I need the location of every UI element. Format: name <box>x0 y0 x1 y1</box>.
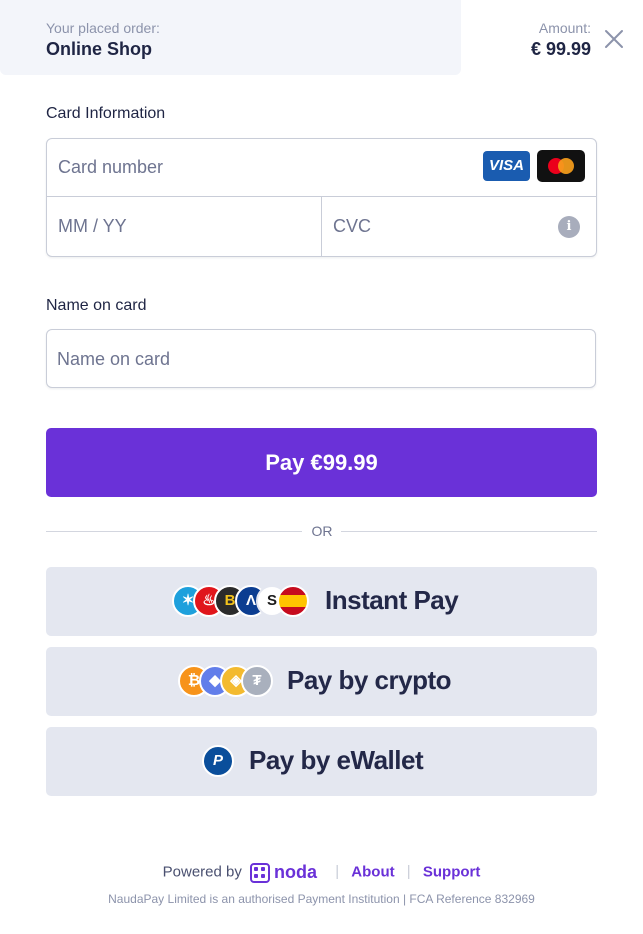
pay-by-crypto-button[interactable]: ₿ ◆ ◈ ₮ Pay by crypto <box>46 647 597 716</box>
about-link[interactable]: About <box>351 863 394 880</box>
divider-right <box>341 531 597 532</box>
noda-logo: noda <box>250 862 317 883</box>
paypal-icon: P <box>202 745 234 777</box>
instant-pay-label: Instant Pay <box>325 585 459 615</box>
shop-name: Online Shop <box>46 39 152 59</box>
card-info-label: Card Information <box>46 105 166 122</box>
info-icon[interactable]: i <box>558 216 580 238</box>
tether-icon: ₮ <box>241 665 273 697</box>
cvc-placeholder: CVC <box>333 216 372 236</box>
or-divider-text: OR <box>311 523 333 539</box>
name-on-card-input[interactable]: Name on card <box>46 329 596 388</box>
footer-powered-row: Powered by noda | About | Support <box>0 862 643 883</box>
order-summary-panel <box>0 0 461 75</box>
expiry-placeholder: MM / YY <box>58 216 127 236</box>
expiry-input[interactable]: MM / YY <box>47 197 322 256</box>
card-number-input[interactable]: Card number VISA <box>47 139 596 197</box>
card-details-group: Card number VISA MM / YY CVC i <box>46 138 597 257</box>
amount-label: Amount: <box>538 20 591 36</box>
separator: | <box>335 863 340 881</box>
noda-grid-icon <box>250 862 271 883</box>
mastercard-logo <box>537 150 585 182</box>
pay-by-ewallet-button[interactable]: P Pay by eWallet <box>46 727 597 796</box>
legal-text: NaudaPay Limited is an authorised Paymen… <box>108 892 535 906</box>
noda-brand: noda <box>274 862 318 882</box>
pay-by-crypto-label: Pay by crypto <box>287 665 452 695</box>
divider-left <box>46 531 302 532</box>
instant-pay-button[interactable]: ✶ ♨ B Λ S Instant Pay <box>46 567 597 636</box>
pay-button[interactable]: Pay €99.99 <box>46 428 597 497</box>
powered-by-text: Powered by <box>162 863 242 881</box>
support-link[interactable]: Support <box>423 863 481 880</box>
visa-logo: VISA <box>483 151 530 181</box>
order-label: Your placed order: <box>46 20 160 36</box>
close-icon[interactable] <box>603 28 625 50</box>
pay-by-ewallet-label: Pay by eWallet <box>249 745 424 775</box>
amount-value: € 99.99 <box>530 39 591 59</box>
separator: | <box>406 863 411 881</box>
name-on-card-placeholder: Name on card <box>57 349 171 369</box>
card-number-placeholder: Card number <box>58 157 164 177</box>
name-on-card-label: Name on card <box>46 297 147 314</box>
cvc-input[interactable]: CVC i <box>322 197 596 256</box>
spain-flag-icon <box>277 585 309 617</box>
